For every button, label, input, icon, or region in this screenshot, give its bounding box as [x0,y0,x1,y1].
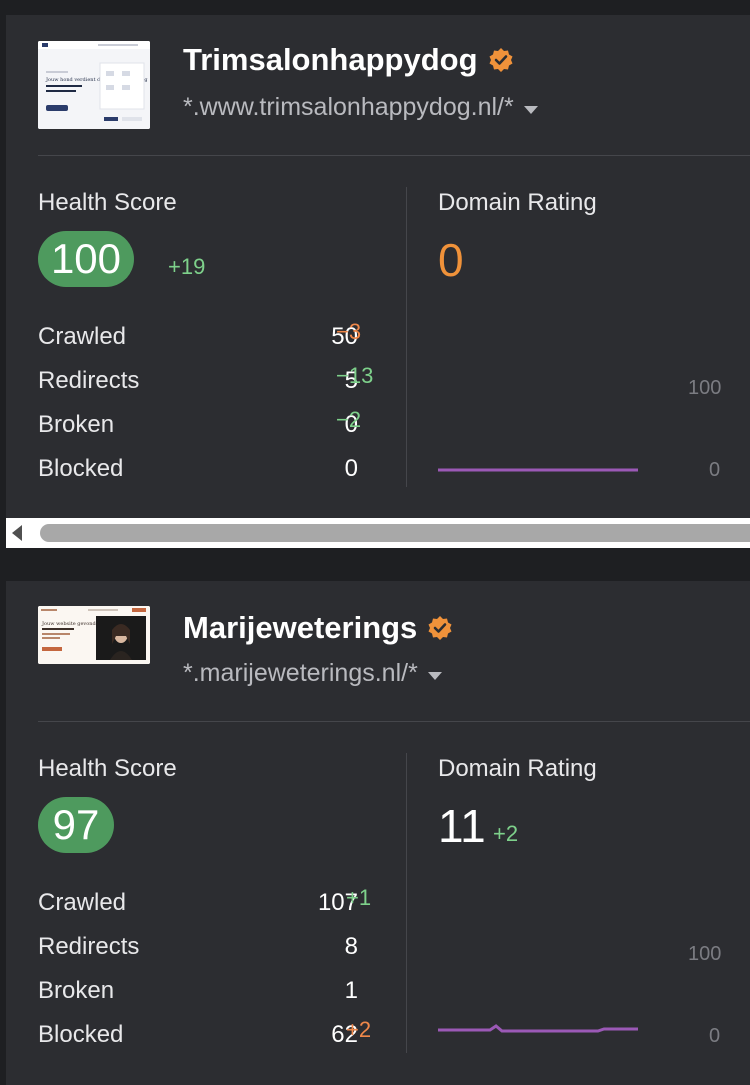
project-name[interactable]: Trimsalonhappydog [183,42,514,78]
column-divider [406,187,407,487]
stat-row-crawled[interactable]: Crawled 50 −3 [38,319,398,363]
column-divider [406,753,407,1053]
thumbnail-headline: Jouw website gevonden [41,621,103,627]
chart-axis-min: 0 [709,459,721,481]
stat-row-crawled[interactable]: Crawled 107 +1 [38,885,398,929]
stat-value[interactable]: 1 [345,977,358,1005]
domain-rating-delta: +2 [493,821,519,846]
project-url-selector[interactable]: *.www.trimsalonhappydog.nl/* [183,93,538,122]
domain-rating-chart[interactable] [438,455,638,485]
site-thumbnail[interactable]: Jouw website gevonden [38,606,150,664]
stat-value[interactable]: 0 [345,455,358,483]
health-score-label: Health Score [38,755,177,782]
project-url[interactable]: *.marijeweterings.nl/* [183,659,418,688]
domain-rating-label: Domain Rating [438,755,597,782]
health-score-label: Health Score [38,189,177,216]
project-url-selector[interactable]: *.marijeweterings.nl/* [183,659,442,688]
health-score-delta: +19 [168,254,206,279]
chart-axis-min: 0 [709,1025,721,1047]
project-name-text[interactable]: Trimsalonhappydog [183,42,478,78]
domain-rating-chart[interactable] [438,1021,638,1051]
stat-row-redirects[interactable]: Redirects 5 −13 [38,363,398,407]
stat-row-broken[interactable]: Broken 0 −2 [38,407,398,451]
stat-row-redirects[interactable]: Redirects 8 [38,933,398,973]
stat-delta: −13 [336,363,374,388]
stat-row-blocked[interactable]: Blocked 62 +2 [38,1017,398,1061]
stat-delta: +1 [346,885,372,910]
domain-rating-value[interactable]: 0 [438,233,464,287]
stat-delta: −2 [336,407,362,432]
stat-value[interactable]: 8 [345,933,358,961]
verified-badge-icon [489,48,513,72]
stat-delta: −3 [336,319,362,344]
stat-name: Redirects [38,367,140,394]
header-divider [38,155,750,156]
domain-rating-value[interactable]: 11 [438,799,486,853]
verified-badge-icon [428,616,452,640]
chart-axis-max: 100 [688,377,722,399]
project-name[interactable]: Marijeweterings [183,610,453,646]
health-score-badge[interactable]: 100 [38,231,134,287]
stat-name: Broken [38,977,115,1004]
chart-series-line [438,1024,638,1033]
scrollbar-thumb[interactable] [40,524,750,542]
project-url[interactable]: *.www.trimsalonhappydog.nl/* [183,93,514,122]
stat-name: Redirects [38,933,140,960]
project-card-trimsalonhappydog[interactable]: Jouw hond verdient de beste verzorging T… [6,15,750,518]
project-name-text[interactable]: Marijeweterings [183,610,417,646]
stat-row-blocked[interactable]: Blocked 0 [38,455,398,495]
stat-name: Blocked [38,1021,124,1048]
stat-row-broken[interactable]: Broken 1 [38,977,398,1017]
stat-name: Crawled [38,889,127,916]
horizontal-scrollbar[interactable] [6,518,750,548]
stat-delta: +2 [346,1017,372,1042]
domain-rating-label: Domain Rating [438,189,597,216]
project-card-marijeweterings[interactable]: Jouw website gevonden Marijeweterings *.… [6,581,750,1085]
chevron-down-icon[interactable] [427,671,442,680]
stat-name: Blocked [38,455,124,482]
health-score-badge[interactable]: 97 [38,797,114,853]
stat-name: Broken [38,411,115,438]
scroll-left-icon[interactable] [12,525,22,541]
chevron-down-icon[interactable] [523,105,538,114]
site-thumbnail[interactable]: Jouw hond verdient de beste verzorging [38,41,150,129]
chart-axis-max: 100 [688,943,722,965]
stat-name: Crawled [38,323,127,350]
header-divider [38,721,750,722]
